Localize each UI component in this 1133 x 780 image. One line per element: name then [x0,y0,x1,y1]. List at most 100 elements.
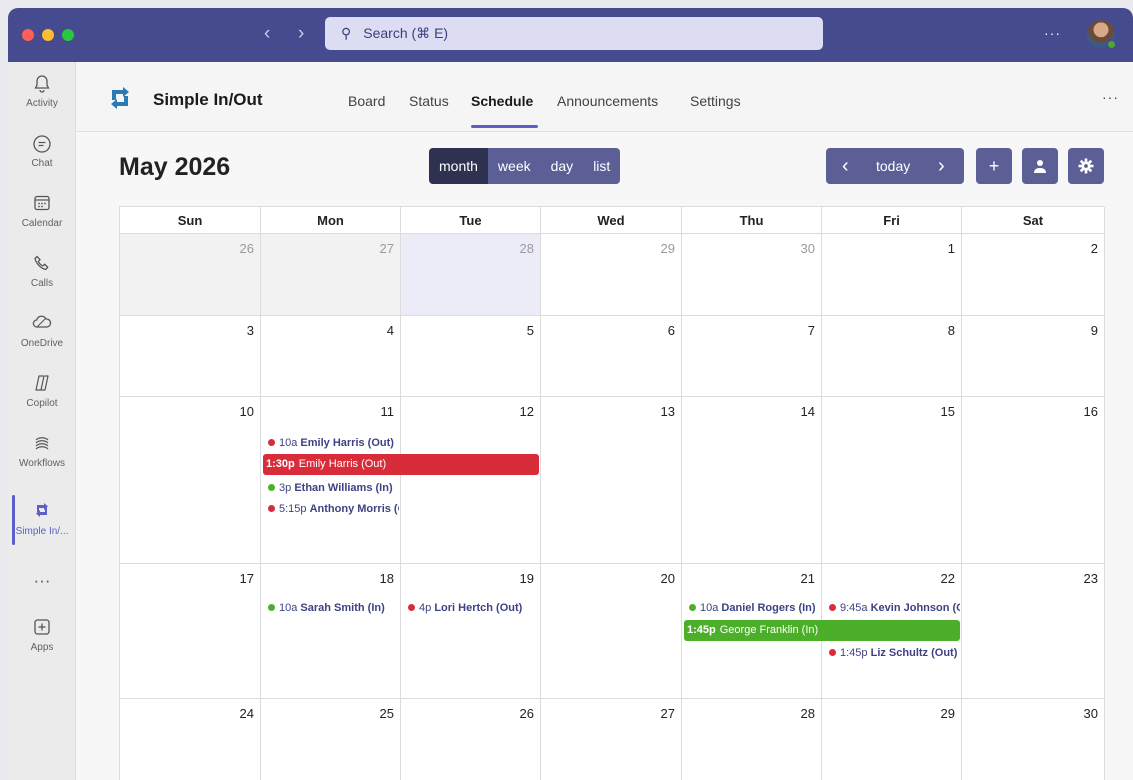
search-input[interactable]: ⚲ Search (⌘ E) [325,17,823,50]
close-window-button[interactable] [22,29,34,41]
day-cell[interactable]: 25 [261,699,401,780]
more-options-icon[interactable]: ··· [1044,25,1061,41]
day-number[interactable]: 15 [941,404,955,419]
rail-item-workflows[interactable]: Workflows [8,434,76,469]
day-cell[interactable]: 29 [541,234,682,316]
day-number[interactable]: 3 [247,323,254,338]
day-cell[interactable]: 13 [541,397,682,564]
day-number[interactable]: 16 [1084,404,1098,419]
next-month-button[interactable]: › [938,148,945,184]
rail-item-calendar[interactable]: Calendar [8,194,76,229]
prev-month-button[interactable]: ‹ [842,148,849,184]
day-number[interactable]: 10 [240,404,254,419]
day-cell[interactable]: 15 [822,397,962,564]
rail-item-chat[interactable]: Chat [8,134,76,169]
event-item[interactable]: 5:15p Anthony Morris (Out) [268,501,399,517]
rail-item-more[interactable]: ··· [8,570,76,592]
event-item[interactable]: 9:45a Kevin Johnson (Out) [829,600,960,616]
day-cell[interactable]: 4 [261,316,401,397]
day-number[interactable]: 28 [520,241,534,256]
day-number[interactable]: 18 [380,571,394,586]
day-cell[interactable]: 26 [401,699,541,780]
rail-item-copilot[interactable]: Copilot [8,374,76,409]
view-list-button[interactable]: list [583,148,621,184]
day-cell[interactable]: 5 [401,316,541,397]
day-cell[interactable]: 17 [120,564,261,699]
day-cell[interactable]: 18 [261,564,401,699]
day-number[interactable]: 5 [527,323,534,338]
day-number[interactable]: 8 [948,323,955,338]
day-cell[interactable]: 19 [401,564,541,699]
day-number[interactable]: 21 [801,571,815,586]
back-arrow-icon[interactable]: ‹ [264,23,270,45]
day-number[interactable]: 7 [808,323,815,338]
rail-item-simple-inout[interactable]: Simple In/... [8,502,76,537]
event-item[interactable]: 10a Sarah Smith (In) [268,600,399,616]
day-number[interactable]: 27 [380,241,394,256]
day-number[interactable]: 20 [661,571,675,586]
day-cell[interactable]: 6 [541,316,682,397]
day-cell[interactable]: 30 [682,234,822,316]
day-number[interactable]: 9 [1091,323,1098,338]
day-number[interactable]: 17 [240,571,254,586]
day-number[interactable]: 2 [1091,241,1098,256]
minimize-window-button[interactable] [42,29,54,41]
day-number[interactable]: 30 [1084,706,1098,721]
day-cell[interactable]: 28 [401,234,541,316]
day-cell[interactable]: 10 [120,397,261,564]
day-number[interactable]: 13 [661,404,675,419]
day-number[interactable]: 23 [1084,571,1098,586]
day-number[interactable]: 29 [661,241,675,256]
day-number[interactable]: 11 [381,404,395,419]
day-number[interactable]: 26 [240,241,254,256]
tab-announcements[interactable]: Announcements [557,93,658,109]
tab-settings[interactable]: Settings [690,93,741,109]
event-bar[interactable]: 1:30p Emily Harris (Out) [263,454,539,475]
day-cell[interactable]: 27 [541,699,682,780]
event-item[interactable]: 3p Ethan Williams (In) [268,480,399,496]
view-week-button[interactable]: week [487,148,541,184]
day-number[interactable]: 4 [387,323,394,338]
calendar-settings-button[interactable] [1068,148,1104,184]
day-cell[interactable]: 24 [120,699,261,780]
day-number[interactable]: 27 [661,706,675,721]
day-number[interactable]: 1 [948,241,955,256]
event-item[interactable]: 10a Daniel Rogers (In) [689,600,820,616]
day-number[interactable]: 14 [801,404,815,419]
day-cell[interactable]: 27 [261,234,401,316]
day-cell[interactable]: 9 [962,316,1105,397]
view-day-button[interactable]: day [540,148,584,184]
tab-status[interactable]: Status [409,93,449,109]
today-button[interactable]: today [876,148,910,184]
day-number[interactable]: 25 [380,706,394,721]
app-more-icon[interactable]: ··· [1102,89,1119,105]
day-cell[interactable]: 23 [962,564,1105,699]
day-cell[interactable]: 16 [962,397,1105,564]
day-number[interactable]: 6 [668,323,675,338]
event-item[interactable]: 10a Emily Harris (Out) [268,435,399,451]
add-event-button[interactable]: + [976,148,1012,184]
day-number[interactable]: 28 [801,706,815,721]
rail-item-apps[interactable]: Apps [8,618,76,653]
day-cell[interactable]: 20 [541,564,682,699]
day-cell[interactable]: 29 [822,699,962,780]
tab-schedule[interactable]: Schedule [471,93,533,109]
event-item[interactable]: 1:45p Liz Schultz (Out) [829,645,960,661]
day-cell[interactable]: 14 [682,397,822,564]
day-number[interactable]: 24 [240,706,254,721]
day-cell[interactable]: 26 [120,234,261,316]
day-number[interactable]: 29 [941,706,955,721]
event-item[interactable]: 4p Lori Hertch (Out) [408,600,539,616]
day-number[interactable]: 12 [520,404,534,419]
event-bar[interactable]: 1:45p George Franklin (In) [684,620,960,641]
rail-item-onedrive[interactable]: OneDrive [8,314,76,349]
zoom-window-button[interactable] [62,29,74,41]
day-cell[interactable]: 28 [682,699,822,780]
day-number[interactable]: 22 [941,571,955,586]
day-number[interactable]: 26 [520,706,534,721]
user-filter-button[interactable] [1022,148,1058,184]
day-number[interactable]: 19 [520,571,534,586]
tab-board[interactable]: Board [348,93,385,109]
forward-arrow-icon[interactable]: › [298,23,304,45]
view-month-button[interactable]: month [429,148,488,184]
